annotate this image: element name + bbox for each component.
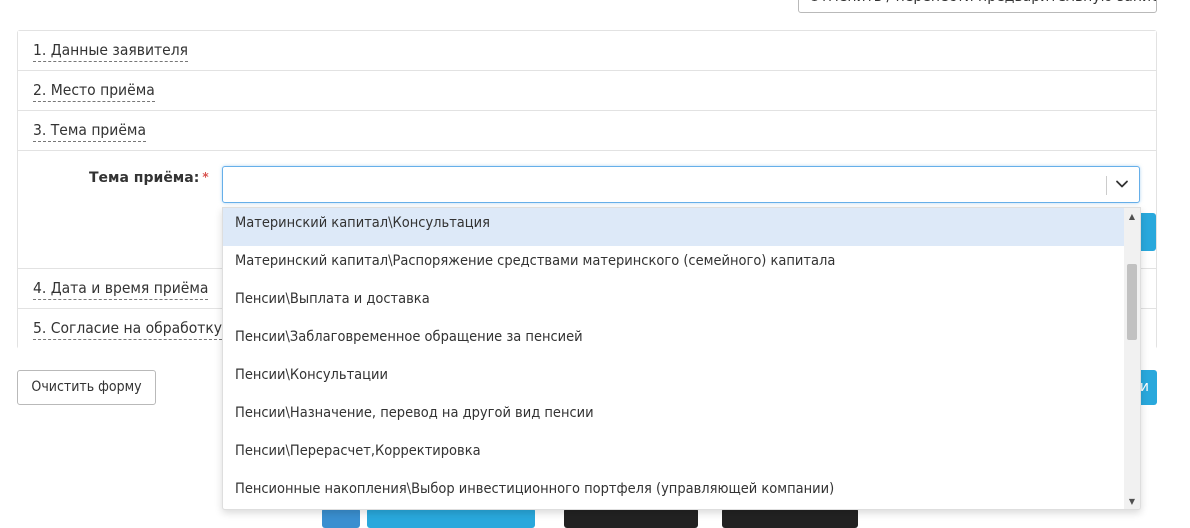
scroll-up-icon[interactable]: ▲ [1124, 210, 1140, 224]
section-applicant-data[interactable]: 1. Данные заявителя [18, 31, 1156, 71]
dropdown-option[interactable]: Материнский капитал\Распоряжение средств… [223, 246, 1125, 284]
footer-button[interactable] [322, 508, 360, 528]
chevron-down-icon[interactable] [1113, 175, 1131, 193]
scroll-down-icon[interactable]: ▼ [1124, 495, 1140, 509]
footer-button[interactable] [722, 508, 858, 528]
scrollbar-thumb[interactable] [1127, 264, 1137, 340]
dropdown-scrollbar[interactable]: ▲ ▼ [1124, 208, 1140, 509]
section-title[interactable]: 2. Место приёма [33, 80, 155, 102]
section-title[interactable]: 5. Согласие на обработку [33, 318, 223, 340]
dropdown-option[interactable]: Пенсии\Консультации [223, 360, 1125, 398]
footer-button[interactable] [564, 508, 698, 528]
required-mark: * [202, 170, 209, 184]
section-title[interactable]: 3. Тема приёма [33, 120, 146, 142]
clear-form-button[interactable]: Очистить форму [17, 370, 156, 405]
cancel-reschedule-button[interactable]: Отменить / перенести предварительную зап… [798, 0, 1157, 13]
dropdown-option[interactable]: Пенсии\Выплата и доставка [223, 284, 1125, 322]
section-reception-place[interactable]: 2. Место приёма [18, 71, 1156, 111]
dropdown-option[interactable]: Материнский капитал\Консультация [223, 208, 1125, 246]
topic-select[interactable] [222, 166, 1140, 203]
dropdown-option[interactable]: Пенсии\Перерасчет,Корректировка [223, 436, 1125, 474]
dropdown-option[interactable]: Пенсии\Заблаговременное обращение за пен… [223, 322, 1125, 360]
footer-button[interactable] [367, 508, 535, 528]
select-separator [1106, 176, 1107, 195]
section-title[interactable]: 4. Дата и время приёма [33, 278, 209, 300]
section-reception-topic[interactable]: 3. Тема приёма [18, 111, 1156, 151]
section-title[interactable]: 1. Данные заявителя [33, 40, 189, 62]
topic-field-label: Тема приёма: * [89, 170, 209, 186]
dropdown-option[interactable]: Пенсии\Назначение, перевод на другой вид… [223, 398, 1125, 436]
dropdown-option[interactable]: Пенсионные накопления\Выбор инвестиционн… [223, 474, 1125, 509]
topic-dropdown-list: Материнский капитал\Консультация Материн… [222, 207, 1141, 510]
